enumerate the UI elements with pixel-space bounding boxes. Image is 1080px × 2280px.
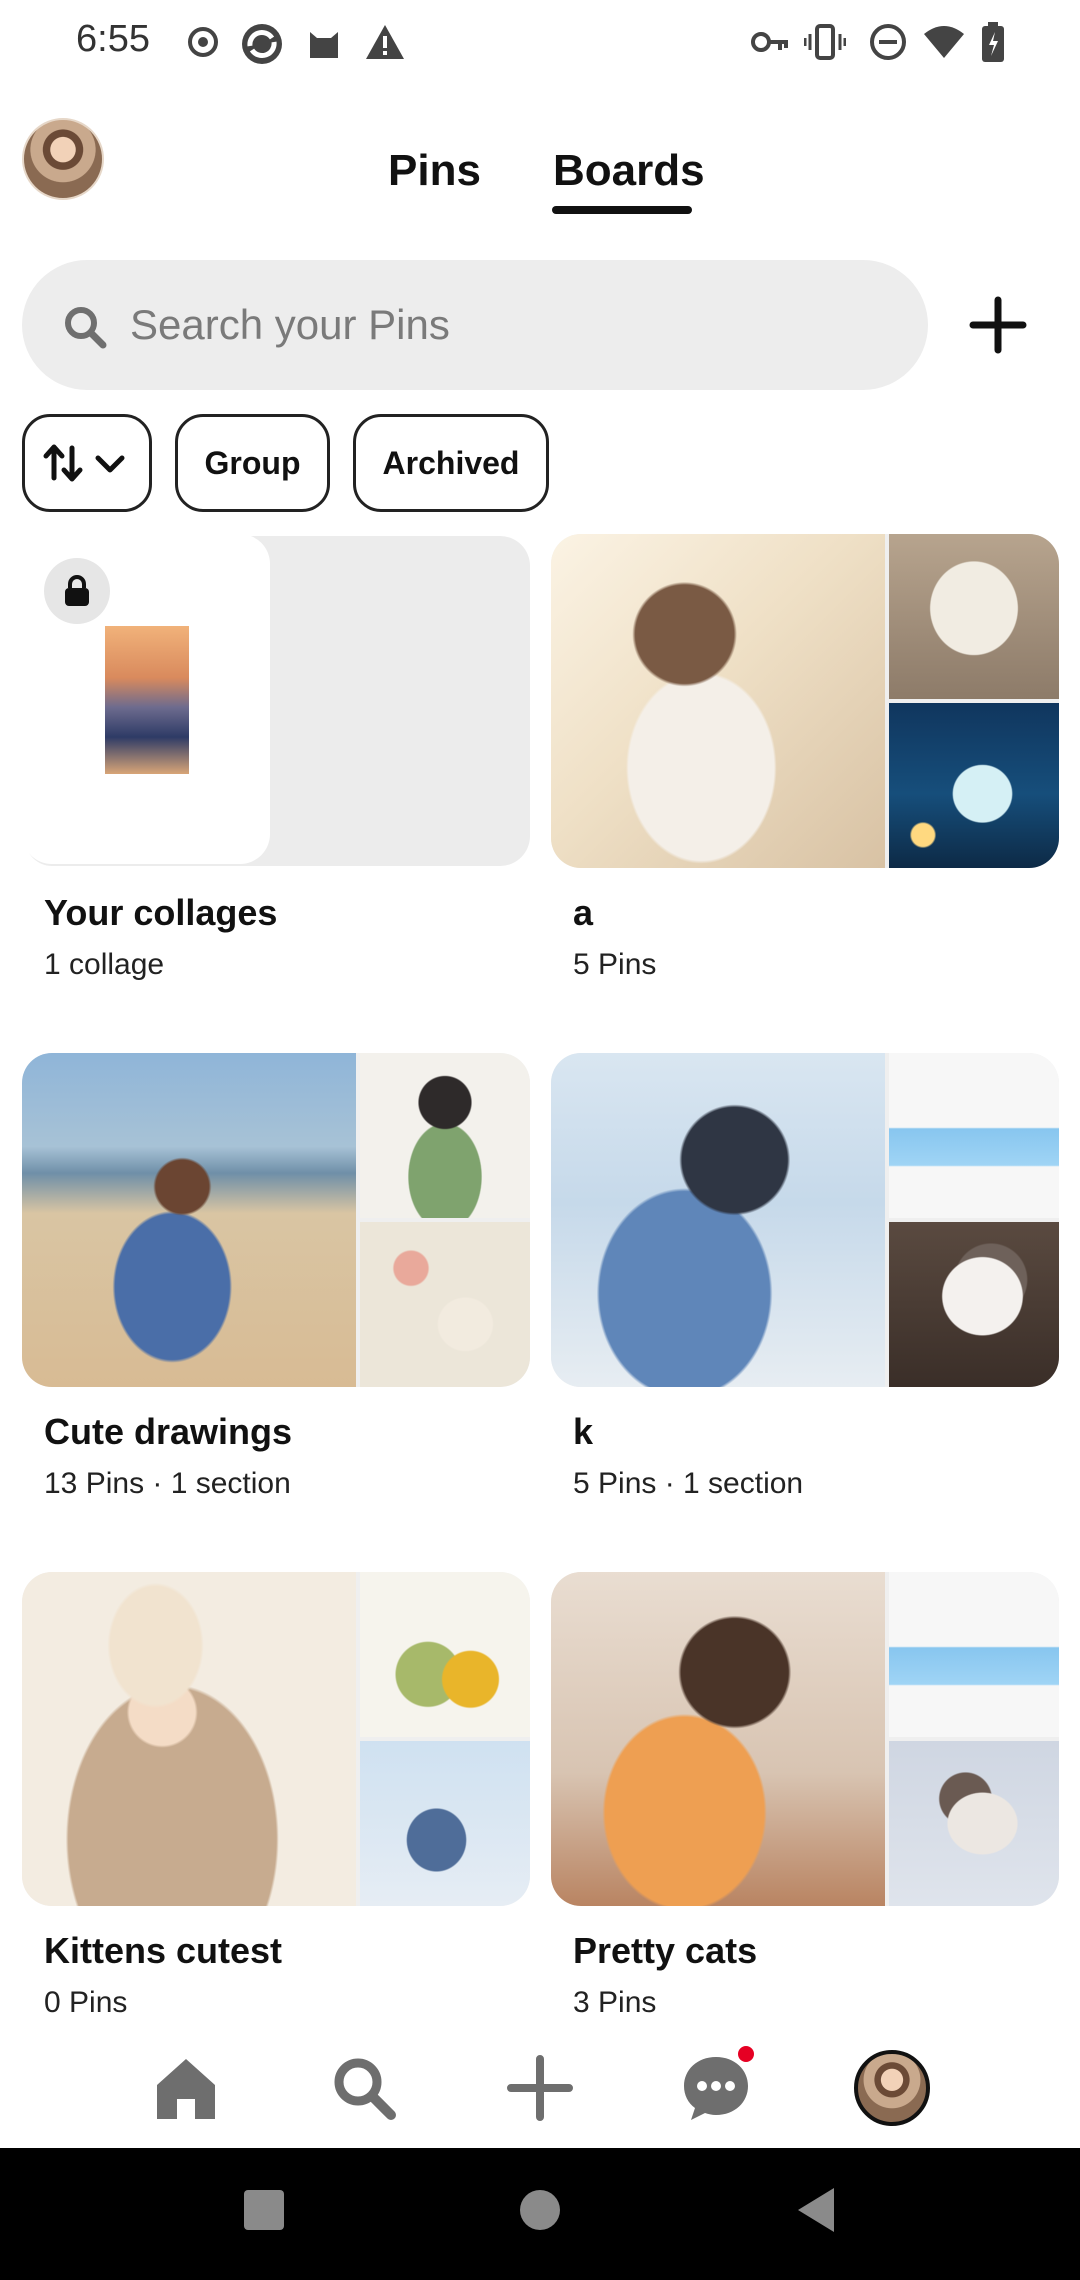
do-not-disturb-icon [870,24,906,60]
lock-badge [44,558,110,624]
search-icon [334,2058,396,2120]
board-meta: 0 Pins [44,1986,128,2019]
lock-icon [65,575,89,606]
cover-image-side [889,1053,1059,1218]
board-cover [551,1572,1059,1906]
tab-boards[interactable]: Boards [553,146,705,196]
archived-filter-chip[interactable]: Archived [353,414,549,512]
wifi-icon [924,26,964,58]
vibrate-icon [804,24,846,60]
board-kittens-cutest[interactable]: Kittens cutest 0 Pins [22,1572,530,2019]
cover-image-main [551,1053,885,1387]
active-tab-indicator [552,206,692,214]
board-title: k [573,1411,594,1452]
board-meta: 5 Pins [573,948,657,981]
board-cover [22,1053,530,1387]
cover-image-main [551,534,885,868]
cover-image-side [889,1572,1059,1737]
board-cover [22,1572,530,1906]
nav-home[interactable] [146,2048,226,2128]
cover-image-side [889,703,1059,868]
battery-icon [982,22,1004,62]
profile-avatar[interactable] [22,118,104,200]
notification-dot [738,2046,754,2062]
cover-image-side [360,1053,530,1218]
cover-image-side [360,1222,530,1387]
home-icon [157,2059,215,2119]
sort-arrows-icon [43,444,125,482]
board-meta: 13 Pins · 1 section [44,1467,291,1500]
cover-image-side [889,1222,1059,1387]
cover-image-side [360,1572,530,1737]
nav-profile[interactable] [852,2048,932,2128]
bottom-nav [0,2020,1080,2148]
cat-app-icon [310,32,338,58]
vpn-key-icon [751,32,788,52]
cover-image-main [22,1572,356,1906]
collage-front-card [22,534,270,864]
search-input[interactable] [130,288,890,362]
cover-image-side [889,534,1059,699]
sync-app-icon [242,24,282,64]
board-title: a [573,892,594,933]
nav-create[interactable] [500,2048,580,2128]
cover-image-main [22,1053,356,1387]
messages-icon [684,2057,748,2120]
board-cute-drawings[interactable]: Cute drawings 13 Pins · 1 section [22,1053,530,1513]
board-title: Cute drawings [44,1411,293,1452]
tab-pins[interactable]: Pins [388,146,481,196]
warning-icon [366,25,404,59]
status-bar: 6:55 [0,0,1080,88]
profile-avatar [854,2050,930,2126]
group-filter-chip[interactable]: Group [175,414,330,512]
cover-image-side [889,1741,1059,1906]
board-a[interactable]: a 5 Pins [551,534,1059,994]
nav-search[interactable] [324,2048,404,2128]
board-your-collages[interactable]: Your collages 1 collage [22,534,530,994]
sort-button[interactable] [22,414,152,512]
board-pretty-cats[interactable]: Pretty cats 3 Pins [551,1572,1059,2019]
recent-apps-icon[interactable] [242,2188,286,2232]
board-cover [551,534,1059,868]
board-meta: 1 collage [44,948,165,981]
cover-image-side [360,1741,530,1906]
collage-thumbnail [105,626,189,774]
add-button[interactable] [968,290,1028,360]
create-icon [507,2055,573,2121]
record-icon [188,27,218,57]
home-button-icon[interactable] [518,2188,562,2232]
search-icon [65,307,107,349]
back-icon[interactable] [794,2184,838,2236]
status-time: 6:55 [76,18,150,60]
board-cover [551,1053,1059,1387]
board-meta: 5 Pins · 1 section [573,1467,804,1500]
board-k[interactable]: k 5 Pins · 1 section [551,1053,1059,1513]
board-title: Pretty cats [573,1930,758,1971]
system-nav-bar [0,2148,1080,2280]
board-title: Your collages [44,892,278,933]
board-meta: 3 Pins [573,1986,657,2019]
search-bar[interactable] [22,260,928,390]
board-title: Kittens cutest [44,1930,283,1971]
nav-messages[interactable] [676,2046,756,2128]
cover-image-main [551,1572,885,1906]
